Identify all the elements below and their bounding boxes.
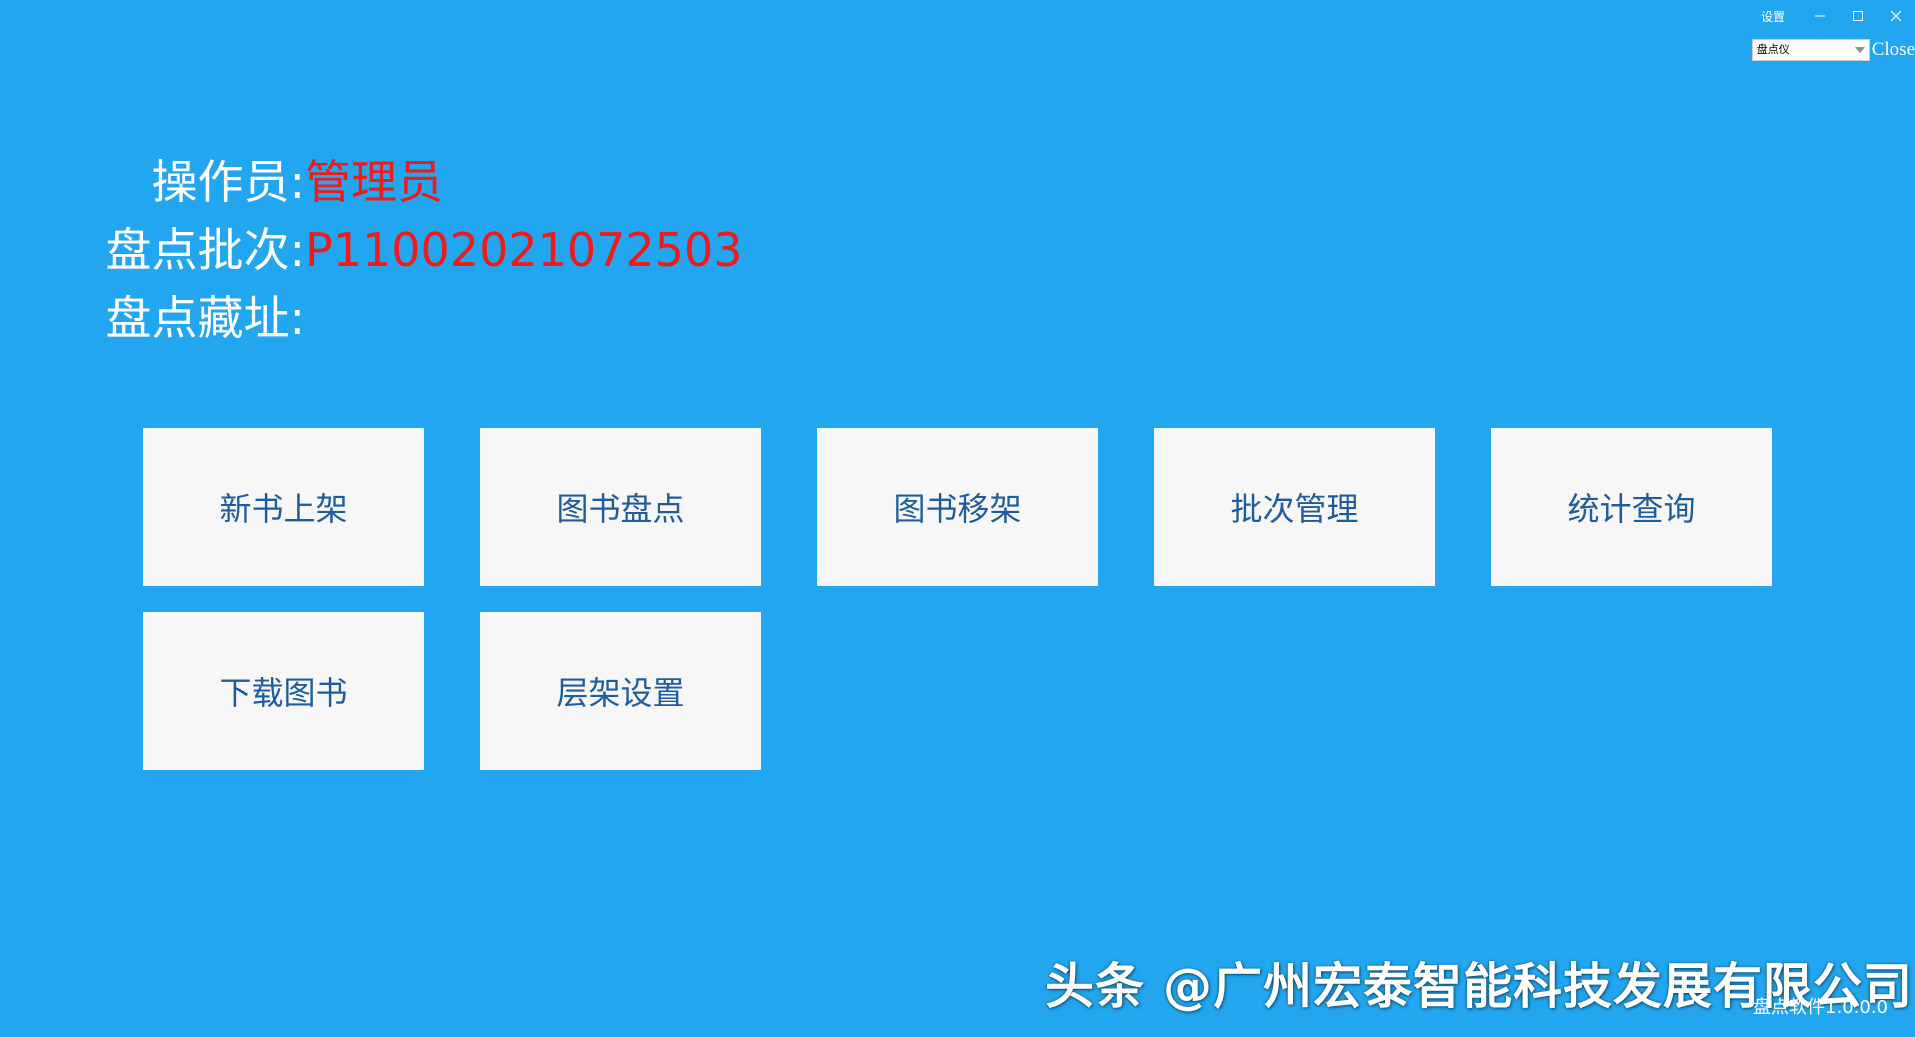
tile-statistics-query[interactable]: 统计查询 (1491, 428, 1772, 586)
location-line: 盘点藏址: (0, 284, 742, 352)
device-select[interactable]: 盘点仪 (1751, 39, 1870, 61)
batch-value: P11002021072503 (305, 223, 743, 277)
close-button[interactable]: Close (1872, 39, 1915, 61)
location-label: 盘点藏址: (105, 291, 306, 345)
operator-line: 操作员:管理员 (0, 148, 742, 216)
title-bar: 设置 (1761, 0, 1915, 32)
batch-line: 盘点批次:P11002021072503 (0, 216, 743, 284)
minimize-icon (1815, 15, 1825, 17)
tile-download-books[interactable]: 下载图书 (143, 612, 424, 770)
close-window-button[interactable] (1877, 1, 1915, 31)
tile-new-book-shelving[interactable]: 新书上架 (143, 428, 424, 586)
close-icon (1890, 10, 1902, 22)
chevron-down-icon (1854, 47, 1865, 53)
tile-shelf-settings[interactable]: 层架设置 (480, 612, 761, 770)
minimize-button[interactable] (1801, 1, 1839, 31)
maximize-button[interactable] (1839, 1, 1877, 31)
version-label: 盘点软件1.0.0.0 (1753, 997, 1888, 1018)
operator-value: 管理员 (305, 155, 443, 209)
device-select-value: 盘点仪 (1756, 43, 1790, 56)
operator-label: 操作员: (151, 155, 306, 209)
batch-label: 盘点批次: (105, 223, 306, 277)
tile-batch-management[interactable]: 批次管理 (1154, 428, 1435, 586)
tile-book-inventory[interactable]: 图书盘点 (480, 428, 761, 586)
device-row: 盘点仪 Close (1751, 39, 1915, 61)
tile-book-relocation[interactable]: 图书移架 (817, 428, 1098, 586)
settings-link[interactable]: 设置 (1761, 8, 1785, 25)
maximize-icon (1853, 11, 1863, 21)
info-panel: 操作员:管理员 盘点批次:P11002021072503 盘点藏址: (0, 148, 743, 352)
